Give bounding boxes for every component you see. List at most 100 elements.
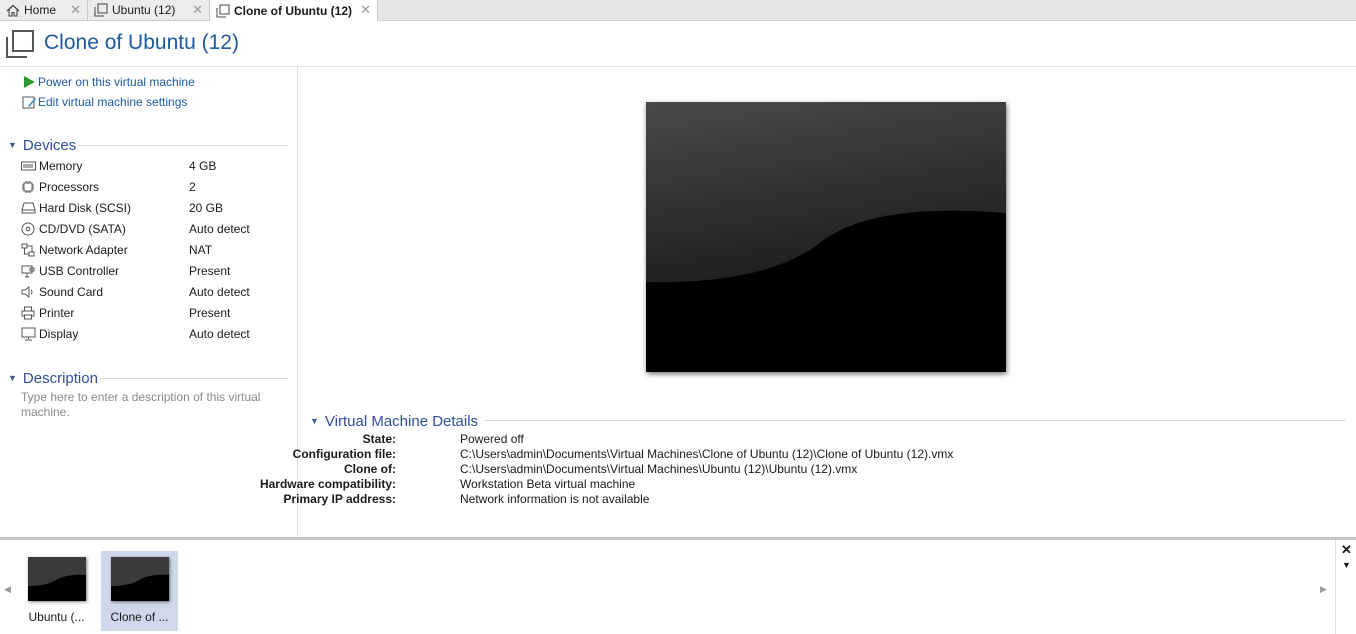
device-row-memory[interactable]: Memory 4 GB: [21, 157, 291, 175]
tab-clone-close-icon[interactable]: ✕: [360, 2, 371, 18]
display-icon: [21, 327, 39, 341]
detail-label: Configuration file:: [292, 447, 396, 461]
detail-row-primary-ip: Primary IP address: Network information …: [283, 492, 1298, 507]
device-name: USB Controller: [39, 264, 120, 278]
vm-preview-pane: ▼ Virtual Machine Details State: Powered…: [260, 67, 1356, 536]
section-divider: [78, 145, 288, 146]
tab-clone-of-ubuntu-12[interactable]: Clone of Ubuntu (12) ✕: [210, 0, 378, 21]
device-row-hard-disk[interactable]: Hard Disk (SCSI) 20 GB: [21, 199, 291, 217]
collapse-arrow-icon: ▼: [8, 373, 17, 383]
printer-icon: [21, 306, 39, 320]
section-divider: [484, 420, 1346, 421]
device-value: Present: [189, 264, 231, 278]
device-name: Network Adapter: [39, 243, 128, 257]
section-divider: [100, 378, 288, 379]
speaker-icon: [21, 285, 39, 299]
processor-icon: [21, 180, 39, 194]
device-row-cd-dvd[interactable]: CD/DVD (SATA) Auto detect: [21, 220, 291, 238]
device-row-network-adapter[interactable]: Network Adapter NAT: [21, 241, 291, 259]
detail-label: Clone of:: [344, 462, 396, 476]
power-on-link[interactable]: Power on this virtual machine: [22, 73, 195, 91]
thumbnail-clone-of-ubuntu-12[interactable]: Clone of ...: [101, 551, 178, 631]
detail-label: State:: [362, 432, 396, 446]
device-row-usb-controller[interactable]: USB Controller Present: [21, 262, 291, 280]
detail-row-state: State: Powered off: [298, 432, 1298, 447]
vm-thumbnail-image: [28, 557, 86, 601]
edit-settings-link[interactable]: Edit virtual machine settings: [22, 93, 187, 111]
device-row-sound-card[interactable]: Sound Card Auto detect: [21, 283, 291, 301]
detail-label: Primary IP address:: [283, 492, 396, 506]
device-value: Auto detect: [189, 285, 250, 299]
network-adapter-icon: [21, 243, 39, 257]
device-name: Sound Card: [39, 285, 104, 299]
edit-settings-label: Edit virtual machine settings: [38, 95, 188, 109]
device-value: Auto detect: [189, 222, 250, 236]
vm-thumbnail-image: [111, 557, 169, 601]
detail-value: Workstation Beta virtual machine: [460, 477, 636, 491]
description-section-toggle[interactable]: ▼ Description: [8, 369, 98, 387]
vm-icon: [94, 3, 108, 17]
home-icon: [6, 4, 20, 17]
close-icon[interactable]: ✕: [1341, 542, 1352, 558]
memory-icon: [21, 160, 39, 172]
device-row-processors[interactable]: Processors 2: [21, 178, 291, 196]
detail-label: Hardware compatibility:: [259, 477, 396, 491]
thumbnail-ubuntu-12[interactable]: Ubuntu (...: [18, 551, 95, 631]
detail-value: C:\Users\admin\Documents\Virtual Machine…: [460, 447, 954, 461]
detail-row-clone-of: Clone of: C:\Users\admin\Documents\Virtu…: [298, 462, 1298, 477]
device-value: NAT: [189, 243, 213, 257]
usb-icon: [21, 264, 39, 278]
description-heading: Description: [22, 369, 98, 387]
tab-ubuntu-12[interactable]: Ubuntu (12) ✕: [88, 0, 210, 20]
thumbnail-bar: ◀ Ubuntu (... Clone of ... ▶ ✕ ▼: [0, 537, 1356, 634]
vm-header: Clone of Ubuntu (12): [0, 21, 1356, 67]
details-heading: Virtual Machine Details: [324, 412, 479, 430]
vm-screen-preview[interactable]: [646, 102, 1006, 372]
detail-row-hardware-compatibility: Hardware compatibility: Workstation Beta…: [260, 477, 1298, 492]
collapse-arrow-icon: ▼: [8, 140, 17, 150]
detail-value: Powered off: [460, 432, 524, 446]
play-icon: [22, 75, 38, 89]
device-name: CD/DVD (SATA): [39, 222, 126, 236]
device-value: 4 GB: [189, 159, 217, 173]
thumbnail-label: Ubuntu (...: [28, 610, 85, 624]
edit-settings-icon: [22, 95, 38, 110]
device-name: Processors: [39, 180, 100, 194]
page-title: Clone of Ubuntu (12): [44, 31, 239, 54]
tab-home-label: Home: [24, 3, 57, 17]
tab-ubuntu-12-label: Ubuntu (12): [112, 3, 176, 17]
details-section-toggle[interactable]: ▼ Virtual Machine Details: [310, 412, 478, 430]
vm-summary-pane: Power on this virtual machine Edit virtu…: [0, 67, 298, 536]
description-input[interactable]: Type here to enter a description of this…: [21, 390, 271, 420]
detail-row-config-file: Configuration file: C:\Users\admin\Docum…: [293, 447, 1298, 462]
device-row-printer[interactable]: Printer Present: [21, 304, 291, 322]
cd-dvd-icon: [21, 222, 39, 236]
device-value: 20 GB: [189, 201, 224, 215]
devices-heading: Devices: [22, 136, 77, 154]
device-name: Printer: [39, 306, 75, 320]
tab-bar: Home ✕ Ubuntu (12) ✕ Clone of Ubuntu (12…: [0, 0, 1356, 21]
thumbnail-label: Clone of ...: [110, 610, 169, 624]
tab-home[interactable]: Home ✕: [0, 0, 88, 20]
tab-clone-label: Clone of Ubuntu (12): [234, 3, 352, 18]
device-row-display[interactable]: Display Auto detect: [21, 325, 291, 343]
hard-disk-icon: [21, 202, 39, 214]
menu-dropdown-icon[interactable]: ▼: [1342, 560, 1351, 570]
device-value: Auto detect: [189, 327, 250, 341]
device-name: Display: [39, 327, 79, 341]
tab-ubuntu-12-close-icon[interactable]: ✕: [192, 2, 203, 18]
scroll-right-arrow-icon[interactable]: ▶: [1320, 584, 1327, 595]
vm-icon: [4, 28, 36, 63]
detail-value: C:\Users\admin\Documents\Virtual Machine…: [460, 462, 858, 476]
collapse-arrow-icon: ▼: [310, 416, 319, 426]
devices-section-toggle[interactable]: ▼ Devices: [8, 136, 76, 154]
device-value: 2: [189, 180, 196, 194]
device-value: Present: [189, 306, 231, 320]
detail-value: Network information is not available: [460, 492, 650, 506]
tab-home-close-icon[interactable]: ✕: [70, 2, 81, 18]
vm-icon: [216, 4, 230, 18]
power-on-label: Power on this virtual machine: [38, 75, 195, 89]
scroll-left-arrow-icon[interactable]: ◀: [4, 584, 11, 595]
device-name: Hard Disk (SCSI): [39, 201, 132, 215]
device-name: Memory: [39, 159, 83, 173]
